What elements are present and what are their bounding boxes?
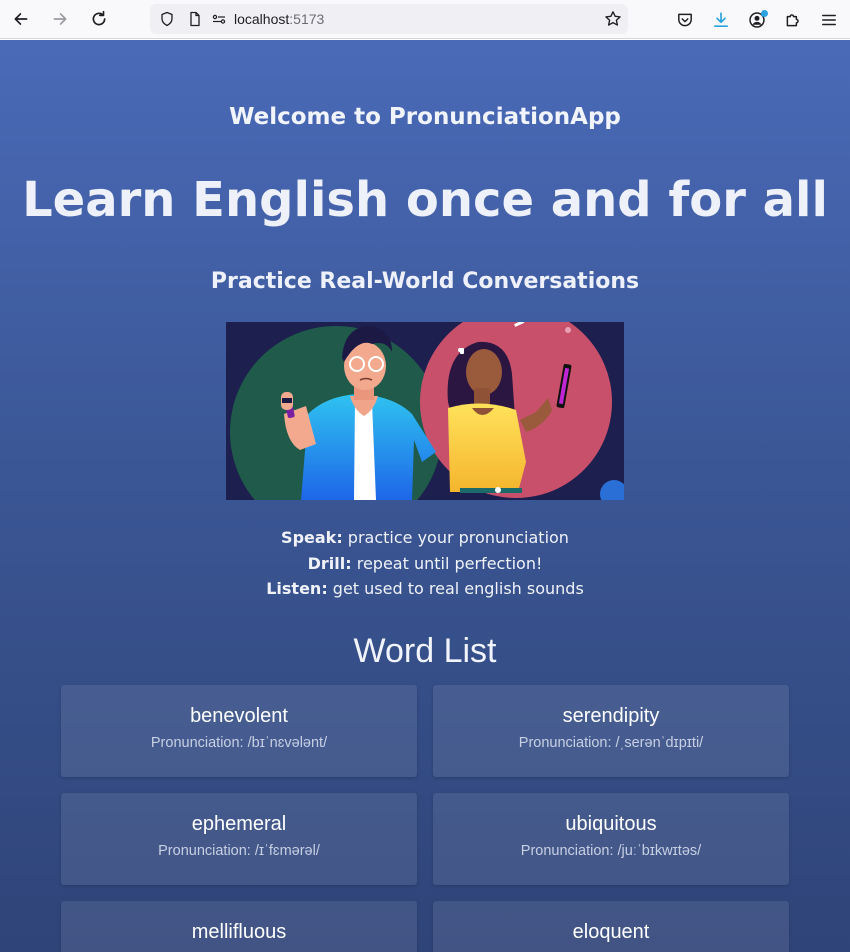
url-host: localhost bbox=[234, 11, 290, 27]
bookmark-star-icon[interactable] bbox=[604, 10, 622, 28]
welcome-heading: Welcome to PronunciationApp bbox=[229, 104, 621, 130]
hero-headline: Learn English once and for all bbox=[22, 172, 828, 228]
word-text: ephemeral bbox=[191, 813, 287, 835]
back-button[interactable] bbox=[3, 1, 39, 37]
word-pronunciation: Pronunciation: /juːˈbɪkwɪtəs/ bbox=[520, 843, 702, 859]
url-text[interactable]: localhost:5173 bbox=[234, 11, 324, 27]
feature-label: Listen: bbox=[266, 579, 328, 598]
forward-button[interactable] bbox=[42, 1, 78, 37]
word-text: serendipity bbox=[562, 705, 660, 727]
word-card[interactable]: mellifluous bbox=[61, 901, 417, 952]
feature-text: practice your pronunciation bbox=[342, 528, 569, 547]
feature-list: Speak: practice your pronunciation Drill… bbox=[0, 525, 850, 602]
word-card[interactable]: benevolent Pronunciation: /bɪˈnɛvələnt/ bbox=[61, 685, 417, 777]
address-bar[interactable]: localhost:5173 bbox=[150, 4, 628, 34]
puzzle-icon bbox=[786, 13, 799, 26]
landing-page: Welcome to PronunciationApp Learn Englis… bbox=[0, 40, 850, 952]
word-pronunciation: Pronunciation: /ˌserənˈdɪpɪti/ bbox=[518, 735, 704, 751]
reload-icon bbox=[92, 10, 106, 26]
feature-drill: Drill: repeat until perfection! bbox=[0, 551, 850, 577]
word-pronunciation: Pronunciation: /bɪˈnɛvələnt/ bbox=[150, 735, 328, 751]
word-list-title: Word List bbox=[353, 632, 497, 670]
feature-label: Speak: bbox=[281, 528, 343, 547]
url-port: :5173 bbox=[289, 11, 325, 27]
download-icon bbox=[713, 11, 729, 27]
word-card[interactable]: ubiquitous Pronunciation: /juːˈbɪkwɪtəs/ bbox=[433, 793, 789, 885]
pocket-icon bbox=[678, 13, 692, 26]
browser-toolbar: localhost:5173 bbox=[0, 0, 850, 39]
hero-illustration bbox=[226, 322, 624, 500]
feature-speak: Speak: practice your pronunciation bbox=[0, 525, 850, 551]
downloads-button[interactable] bbox=[703, 2, 739, 38]
permissions-icon[interactable] bbox=[210, 10, 228, 28]
notification-dot bbox=[761, 9, 768, 17]
back-arrow-icon bbox=[14, 13, 28, 25]
feature-text: repeat until perfection! bbox=[351, 553, 543, 573]
page-icon bbox=[186, 10, 204, 28]
word-card[interactable]: eloquent bbox=[433, 901, 789, 952]
account-button[interactable] bbox=[739, 2, 775, 38]
menu-button[interactable] bbox=[811, 2, 847, 38]
reload-button[interactable] bbox=[81, 1, 117, 37]
word-pronunciation: Pronunciation: /ɪˈfɛmərəl/ bbox=[158, 843, 320, 859]
shield-icon[interactable] bbox=[158, 10, 176, 28]
pocket-button[interactable] bbox=[667, 2, 703, 38]
word-text: eloquent bbox=[572, 921, 650, 943]
feature-text: get used to real english sounds bbox=[327, 579, 584, 598]
word-text: ubiquitous bbox=[565, 813, 657, 835]
hamburger-menu-icon bbox=[822, 14, 836, 25]
feature-label: Drill: bbox=[307, 553, 352, 573]
hero-subheading: Practice Real-World Conversations bbox=[210, 269, 640, 294]
word-card[interactable]: serendipity Pronunciation: /ˌserənˈdɪpɪt… bbox=[433, 685, 789, 777]
word-text: benevolent bbox=[190, 705, 288, 727]
extensions-button[interactable] bbox=[775, 2, 811, 38]
feature-listen: Listen: get used to real english sounds bbox=[0, 576, 850, 602]
word-text: mellifluous bbox=[191, 921, 287, 943]
word-card[interactable]: ephemeral Pronunciation: /ɪˈfɛmərəl/ bbox=[61, 793, 417, 885]
forward-arrow-icon bbox=[53, 13, 67, 25]
